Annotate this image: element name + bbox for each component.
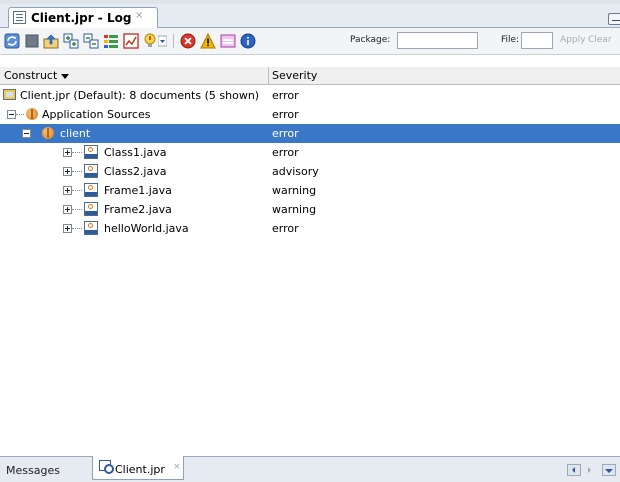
construct-column-label: Construct	[4, 69, 58, 82]
table-row[interactable]: helloWorld.java error	[0, 219, 620, 238]
expand-all-icon[interactable]	[63, 33, 79, 49]
chevron-down-icon[interactable]	[158, 33, 167, 49]
row-severity: error	[272, 108, 299, 121]
table-header: Construct Severity	[0, 67, 620, 85]
table-row[interactable]: Class1.java error	[0, 143, 620, 162]
export-icon[interactable]	[43, 33, 59, 49]
apply-filter-button[interactable]: Apply	[560, 35, 585, 45]
scroll-right-icon[interactable]	[584, 464, 596, 476]
file-filter-label: File:	[501, 35, 520, 45]
tab-label: Client.jpr	[115, 463, 165, 476]
row-label: Frame1.java	[104, 184, 172, 197]
tab-title: Client.jpr - Log	[31, 11, 132, 25]
file-filter-input[interactable]	[521, 32, 553, 49]
minimize-window-button[interactable]	[608, 13, 620, 25]
tab-client-jpr[interactable]: Client.jpr ×	[92, 456, 184, 480]
tab-list-dropdown-icon[interactable]	[602, 464, 616, 476]
row-label: Frame2.java	[104, 203, 172, 216]
row-label: Application Sources	[42, 108, 151, 121]
row-label: client	[60, 127, 91, 140]
close-tab-icon[interactable]: ×	[173, 462, 181, 472]
row-severity: error	[272, 89, 299, 102]
row-label: Class2.java	[104, 165, 167, 178]
row-severity: error	[272, 127, 299, 140]
scroll-left-icon[interactable]	[567, 464, 581, 476]
package-filter-input[interactable]	[397, 32, 478, 49]
errors-filter-icon[interactable]	[180, 33, 196, 49]
incomplete-filter-icon[interactable]	[220, 33, 236, 49]
close-tab-icon[interactable]: ×	[135, 10, 143, 21]
table-row[interactable]: Frame2.java warning	[0, 200, 620, 219]
row-label: helloWorld.java	[104, 222, 189, 235]
fix-dropdown-icon[interactable]	[143, 33, 157, 49]
document-tab-strip: Client.jpr - Log ×	[0, 4, 620, 28]
chart-icon[interactable]	[123, 33, 139, 49]
table-row[interactable]: Class2.java advisory	[0, 162, 620, 181]
collapse-all-icon[interactable]	[83, 33, 99, 49]
package-filter-label: Package:	[350, 35, 391, 45]
row-severity: warning	[272, 203, 317, 216]
organize-icon[interactable]	[103, 33, 119, 49]
tab-messages[interactable]: Messages	[6, 464, 60, 477]
severity-column-header[interactable]: Severity	[272, 69, 317, 82]
refresh-audit-icon[interactable]	[4, 33, 20, 49]
row-severity: error	[272, 146, 299, 159]
tab-client-log[interactable]: Client.jpr - Log ×	[8, 7, 158, 28]
row-severity: error	[272, 222, 299, 235]
toolbar-separator	[173, 34, 174, 48]
row-severity: warning	[272, 184, 317, 197]
sort-descending-icon	[61, 73, 70, 79]
table-row[interactable]: Application Sources error	[0, 105, 620, 124]
bottom-tab-strip: Messages Client.jpr ×	[0, 456, 620, 482]
stop-icon[interactable]	[24, 33, 40, 49]
table-row[interactable]: Frame1.java warning	[0, 181, 620, 200]
column-divider[interactable]	[268, 67, 269, 84]
construct-column-header[interactable]: Construct	[4, 69, 70, 82]
row-label: Client.jpr (Default): 8 documents (5 sho…	[20, 89, 260, 102]
info-filter-icon[interactable]	[240, 33, 256, 49]
clear-filter-button[interactable]: Clear	[588, 35, 612, 45]
log-window-icon	[13, 11, 26, 24]
row-label: Class1.java	[104, 146, 167, 159]
search-log-icon	[99, 460, 114, 474]
table-row[interactable]: Client.jpr (Default): 8 documents (5 sho…	[0, 86, 620, 105]
row-severity: advisory	[272, 165, 319, 178]
table-row-selected[interactable]: client error	[0, 124, 620, 143]
warnings-filter-icon[interactable]	[200, 33, 216, 49]
audit-toolbar: Package: File: Apply Clear	[0, 28, 620, 55]
